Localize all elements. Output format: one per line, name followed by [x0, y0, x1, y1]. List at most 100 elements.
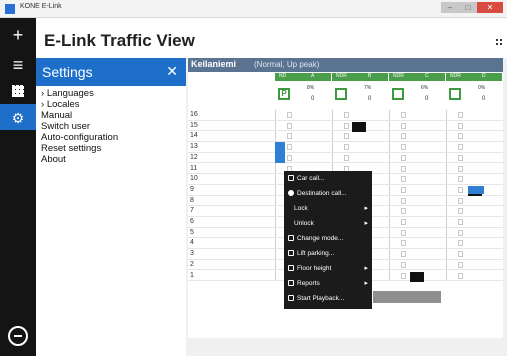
settings-button[interactable]: ⚙ — [0, 104, 36, 130]
car-status-icon[interactable] — [392, 88, 404, 100]
floor-label: 6 — [190, 218, 194, 225]
submenu-arrow-icon: ▸ — [364, 220, 368, 227]
landing-door-icon[interactable] — [401, 165, 406, 172]
floor-label: 4 — [190, 239, 194, 247]
menu-item-label: Car call... — [297, 175, 325, 182]
landing-door-icon[interactable] — [401, 240, 406, 247]
settings-item-auto-configuration[interactable]: Auto-configuration — [41, 132, 186, 143]
landing-door-icon[interactable] — [458, 112, 463, 118]
landing-door-icon[interactable] — [458, 133, 463, 140]
landing-door-icon[interactable] — [458, 251, 463, 258]
floor-label: 7 — [190, 207, 194, 215]
settings-item-reset-settings[interactable]: Reset settings — [41, 143, 186, 154]
parking-status-icon[interactable]: P — [278, 88, 290, 100]
settings-item-about[interactable]: About — [41, 154, 186, 165]
settings-item-languages[interactable]: › Languages — [41, 88, 186, 99]
landing-door-icon[interactable] — [401, 219, 406, 225]
landing-door-icon[interactable] — [401, 229, 406, 236]
menu-item-unlock[interactable]: Unlock ▸ — [284, 216, 372, 231]
view-grid-icon[interactable] — [495, 38, 503, 46]
landing-door-icon[interactable] — [344, 133, 349, 140]
active-car-icon[interactable] — [468, 185, 484, 194]
floor-label: 11 — [190, 164, 198, 172]
floor-height-icon — [288, 265, 294, 271]
menu-item-lift-parking[interactable]: Lift parking... — [284, 246, 372, 261]
reports-icon — [288, 280, 294, 286]
menu-item-lock[interactable]: Lock ▸ — [284, 201, 372, 216]
menu-item-label: Unlock — [294, 220, 314, 227]
landing-door-icon[interactable] — [401, 144, 406, 151]
landing-door-icon[interactable] — [401, 186, 406, 193]
close-button[interactable]: ✕ — [477, 2, 503, 13]
landing-door-icon[interactable] — [458, 229, 463, 236]
settings-title: Settings — [42, 64, 93, 80]
load-percent: 8% — [307, 85, 315, 91]
landing-door-icon[interactable] — [287, 154, 292, 161]
buildings-button[interactable] — [0, 78, 36, 104]
floor-label: 8 — [190, 196, 194, 204]
landing-door-icon[interactable] — [401, 261, 406, 268]
landing-door-icon[interactable] — [458, 144, 463, 151]
menu-button[interactable]: ≡ — [0, 52, 36, 78]
menu-item-start-playback[interactable]: Start Playback... — [284, 291, 372, 306]
landing-door-icon[interactable] — [401, 112, 406, 118]
landing-door-icon[interactable] — [458, 154, 463, 161]
elevator-car-icon[interactable] — [410, 271, 424, 282]
settings-item-manual[interactable]: Manual — [41, 110, 186, 121]
landing-door-icon[interactable] — [287, 122, 292, 129]
landing-door-icon[interactable] — [401, 197, 406, 204]
car-status-icon[interactable] — [449, 88, 461, 100]
landing-door-icon[interactable] — [287, 144, 292, 151]
settings-list: › Languages › Locales Manual Switch user… — [36, 86, 186, 165]
floor-row: 16 — [188, 110, 503, 121]
menu-item-change-mode[interactable]: Change mode... — [284, 231, 372, 246]
menu-item-reports[interactable]: Reports ▸ — [284, 276, 372, 291]
menu-item-floor-height[interactable]: Floor height ▸ — [284, 261, 372, 276]
menu-item-car-call[interactable]: Car call... — [284, 171, 372, 186]
car-status-icon[interactable] — [335, 88, 347, 100]
landing-door-icon[interactable] — [458, 240, 463, 247]
menu-item-destination-call[interactable]: Destination call... — [284, 186, 372, 201]
selected-floor-cell[interactable] — [275, 152, 285, 164]
building-mode: (Normal, Up peak) — [254, 60, 320, 69]
power-icon[interactable] — [8, 326, 28, 346]
landing-door-icon[interactable] — [458, 272, 463, 279]
landing-door-icon[interactable] — [401, 208, 406, 215]
landing-door-icon[interactable] — [344, 144, 349, 151]
car-status-c: 6% 0 — [389, 82, 445, 110]
landing-door-icon[interactable] — [458, 208, 463, 215]
minimize-button[interactable]: – — [441, 2, 459, 13]
landing-door-icon[interactable] — [401, 133, 406, 140]
landing-door-icon[interactable] — [401, 251, 406, 258]
car-count: 0 — [482, 96, 486, 102]
settings-item-switch-user[interactable]: Switch user — [41, 121, 186, 132]
landing-door-icon[interactable] — [458, 186, 463, 193]
landing-door-icon[interactable] — [344, 154, 349, 161]
landing-door-icon[interactable] — [401, 154, 406, 161]
landing-door-icon[interactable] — [287, 112, 292, 118]
landing-door-icon[interactable] — [401, 176, 406, 183]
landing-door-icon[interactable] — [458, 197, 463, 204]
add-button[interactable]: + — [0, 22, 36, 48]
car-count: 0 — [368, 96, 372, 102]
landing-door-icon[interactable] — [458, 165, 463, 172]
maximize-button[interactable]: □ — [459, 2, 477, 13]
settings-item-locales[interactable]: › Locales — [41, 99, 186, 110]
landing-door-icon[interactable] — [344, 112, 349, 118]
floor-row: 14 — [188, 131, 503, 143]
landing-door-icon[interactable] — [401, 122, 406, 129]
landing-door-icon[interactable] — [401, 272, 406, 279]
car-call-icon — [288, 175, 294, 181]
landing-door-icon[interactable] — [458, 122, 463, 129]
selected-floor-cell[interactable] — [275, 142, 285, 153]
load-percent: 7% — [364, 85, 372, 91]
landing-door-icon[interactable] — [458, 261, 463, 268]
landing-door-icon[interactable] — [287, 133, 292, 140]
landing-door-icon[interactable] — [458, 219, 463, 225]
settings-close-button[interactable]: ✕ — [166, 63, 178, 80]
car-tag-c: NDR C — [389, 73, 445, 81]
elevator-car-icon[interactable] — [352, 121, 366, 132]
landing-door-icon[interactable] — [344, 122, 349, 129]
landing-door-icon[interactable] — [458, 176, 463, 183]
car-tags: ND A NDR B NDR C NDR D — [188, 72, 503, 82]
